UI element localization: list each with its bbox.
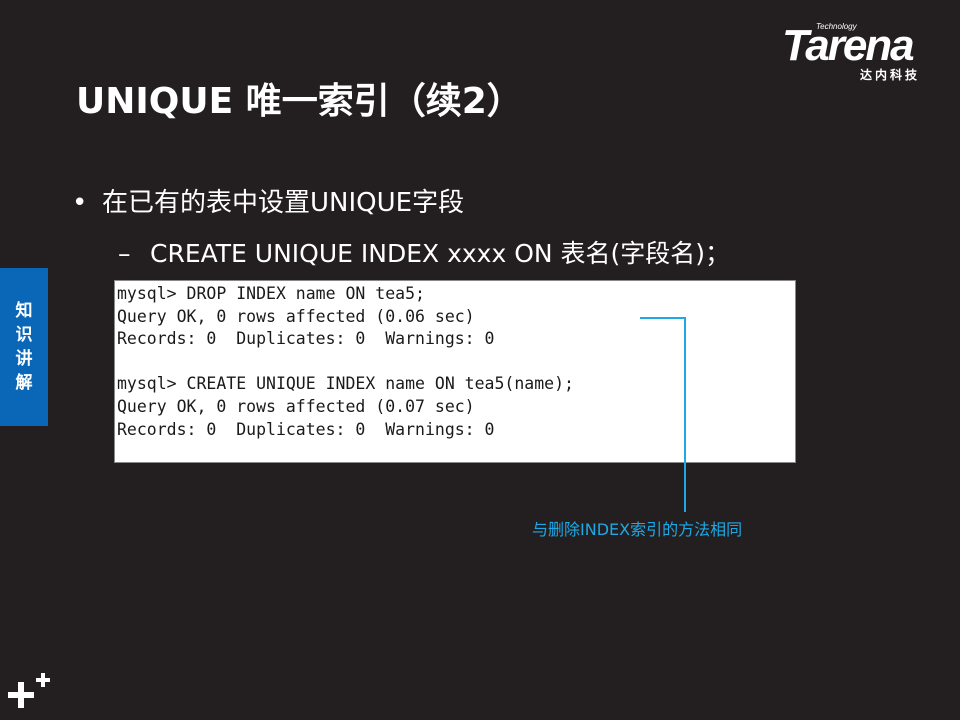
plus-icon — [8, 673, 50, 708]
side-tab-char: 识 — [15, 325, 33, 345]
bullet-marker: • — [72, 188, 88, 218]
callout-note: 与删除INDEX索引的方法相同 — [532, 520, 743, 539]
sub-bullet-text: CREATE UNIQUE INDEX xxxx ON 表名(字段名)； — [150, 239, 731, 268]
logo-technology: Technology — [816, 22, 857, 31]
side-tab-char: 讲 — [15, 349, 33, 369]
tarena-logo: Tarena Technology 达内科技 — [780, 22, 948, 84]
side-tab-char: 解 — [15, 373, 33, 393]
code-line: Query OK, 0 rows affected (0.06 sec) — [117, 306, 475, 326]
sub-bullet-marker: – — [118, 239, 131, 268]
code-screenshot: mysql> DROP INDEX name ON tea5; Query OK… — [114, 280, 796, 463]
code-line: Records: 0 Duplicates: 0 Warnings: 0 — [117, 419, 495, 439]
code-line: Records: 0 Duplicates: 0 Warnings: 0 — [117, 329, 495, 349]
logo-chinese: 达内科技 — [860, 68, 921, 82]
code-line: Query OK, 0 rows affected (0.07 sec) — [117, 396, 475, 416]
code-line: mysql> DROP INDEX name ON tea5; — [117, 284, 425, 303]
bullet-text: 在已有的表中设置UNIQUE字段 — [102, 188, 465, 218]
slide-title: UNIQUE 唯一索引（续2） — [76, 81, 523, 122]
sub-bullet-item: – CREATE UNIQUE INDEX xxxx ON 表名(字段名)； — [118, 234, 730, 270]
side-tab-char: 知 — [15, 301, 33, 321]
code-line: mysql> CREATE UNIQUE INDEX name ON tea5(… — [117, 374, 574, 394]
bullet-item: • 在已有的表中设置UNIQUE字段 — [72, 182, 464, 219]
side-tab-knowledge: 知 识 讲 解 — [0, 268, 48, 426]
